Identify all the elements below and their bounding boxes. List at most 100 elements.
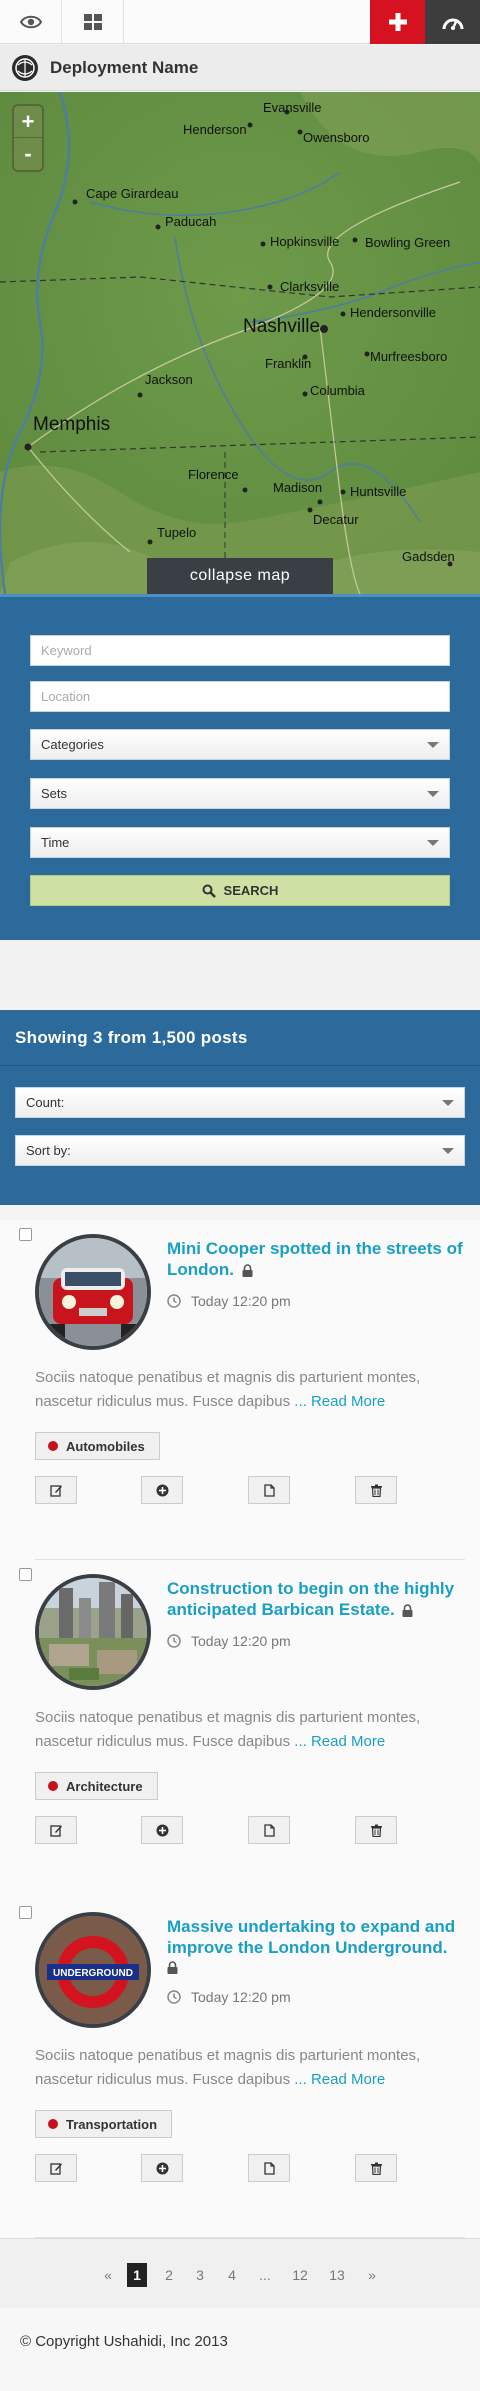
city-hopkinsville: Hopkinsville (270, 234, 339, 249)
map-terrain: Evansville Henderson Owensboro Cape Gira… (0, 92, 480, 594)
pagination-page-12[interactable]: 12 (290, 2263, 310, 2287)
zoom-in-button[interactable]: + (14, 106, 42, 138)
city-jackson: Jackson (145, 372, 193, 387)
plus-icon (388, 13, 407, 31)
post-excerpt: Sociis natoque penatibus et magnis dis p… (35, 1706, 465, 1754)
pagination-page-13[interactable]: 13 (327, 2263, 347, 2287)
london-underground-image: UNDERGROUND (39, 1916, 147, 2024)
map-view[interactable]: Evansville Henderson Owensboro Cape Gira… (0, 92, 480, 594)
search-icon (202, 884, 216, 898)
pagination: « 1 2 3 4 ... 12 13 » (0, 2238, 480, 2308)
add-to-set-button[interactable] (141, 2154, 183, 2182)
dashboard-button[interactable] (425, 0, 480, 44)
add-post-button[interactable] (370, 0, 425, 44)
sort-label: Sort by: (26, 1143, 71, 1158)
post-thumbnail[interactable] (35, 1234, 151, 1350)
edit-icon (49, 1484, 62, 1497)
post-timestamp: Today 12:20 pm (167, 1633, 291, 1649)
city-henderson: Henderson (183, 122, 247, 137)
sets-label: Sets (41, 786, 68, 801)
post-title[interactable]: Mini Cooper spotted in the streets of Lo… (167, 1238, 467, 1280)
post-title-text[interactable]: Mini Cooper spotted in the streets of Lo… (167, 1239, 463, 1279)
post-checkbox[interactable] (19, 1228, 32, 1241)
chevron-down-icon (427, 790, 439, 797)
view-document-button[interactable] (248, 2154, 290, 2182)
count-select[interactable]: Count: (15, 1087, 465, 1118)
add-to-set-button[interactable] (141, 1476, 183, 1504)
category-tag[interactable]: Architecture (35, 1772, 158, 1800)
view-button[interactable] (0, 0, 62, 44)
clock-icon (167, 1634, 181, 1648)
sort-select[interactable]: Sort by: (15, 1135, 465, 1166)
pagination-next[interactable]: » (362, 2263, 382, 2287)
lock-icon (402, 1604, 413, 1618)
filter-panel: Keyword Location Categories Sets Time SE… (0, 594, 480, 940)
post-title[interactable]: Construction to begin on the highly anti… (167, 1578, 467, 1620)
zoom-out-button[interactable]: - (14, 138, 42, 170)
delete-button[interactable] (355, 2154, 397, 2182)
city-florence: Florence (188, 467, 239, 482)
keyword-input[interactable]: Keyword (30, 635, 450, 666)
post-title-text[interactable]: Massive undertaking to expand and improv… (167, 1917, 455, 1957)
edit-icon (49, 2162, 62, 2175)
pagination-page-1[interactable]: 1 (127, 2263, 147, 2287)
read-more-link[interactable]: ... Read More (294, 1393, 385, 1410)
edit-button[interactable] (35, 2154, 77, 2182)
view-document-button[interactable] (248, 1816, 290, 1844)
dashboard-icon (442, 18, 463, 30)
post-excerpt: Sociis natoque penatibus et magnis dis p… (35, 2044, 465, 2092)
grid-icon (83, 14, 102, 30)
post-thumbnail[interactable]: UNDERGROUND (35, 1912, 151, 2028)
post-title[interactable]: Massive undertaking to expand and improv… (167, 1916, 467, 1974)
read-more-link[interactable]: ... Read More (294, 1733, 385, 1750)
city-clarksville: Clarksville (280, 279, 339, 294)
pagination-page-3[interactable]: 3 (190, 2263, 210, 2287)
categories-label: Categories (41, 737, 104, 752)
sets-select[interactable]: Sets (30, 778, 450, 809)
edit-button[interactable] (35, 1816, 77, 1844)
city-memphis: Memphis (33, 414, 110, 435)
edit-button[interactable] (35, 1476, 77, 1504)
read-more-link[interactable]: ... Read More (294, 2071, 385, 2088)
post-checkbox[interactable] (19, 1906, 32, 1919)
search-label: SEARCH (223, 883, 279, 898)
ushahidi-logo-icon[interactable] (10, 53, 40, 83)
category-label: Automobiles (66, 1438, 145, 1454)
pagination-prev[interactable]: « (98, 2263, 118, 2287)
delete-button[interactable] (355, 1476, 397, 1504)
post-timestamp: Today 12:20 pm (167, 1989, 291, 2005)
edit-icon (49, 1824, 62, 1837)
time-select[interactable]: Time (30, 827, 450, 858)
search-button[interactable]: SEARCH (30, 875, 450, 906)
count-label: Count: (26, 1095, 65, 1110)
location-input[interactable]: Location (30, 681, 450, 712)
city-gadsden: Gadsden (402, 549, 455, 564)
post-checkbox[interactable] (19, 1568, 32, 1581)
category-dot-icon (48, 1781, 58, 1791)
delete-button[interactable] (355, 1816, 397, 1844)
pagination-page-2[interactable]: 2 (159, 2263, 179, 2287)
roundel-label: UNDERGROUND (53, 1968, 133, 1979)
deployment-header: Deployment Name (0, 45, 480, 91)
city-decatur: Decatur (313, 512, 359, 527)
chevron-down-icon (427, 839, 439, 846)
category-tag[interactable]: Automobiles (35, 1432, 160, 1460)
category-dot-icon (48, 1441, 58, 1451)
clock-icon (167, 1990, 181, 2004)
city-huntsville: Huntsville (350, 484, 406, 499)
footer: © Copyright Ushahidi, Inc 2013 (0, 2308, 480, 2391)
grid-view-button[interactable] (62, 0, 124, 44)
post-thumbnail[interactable] (35, 1574, 151, 1690)
collapse-map-button[interactable]: collapse map (147, 558, 333, 594)
category-tag[interactable]: Transportation (35, 2110, 173, 2138)
categories-select[interactable]: Categories (30, 729, 450, 760)
city-murfreesboro: Murfreesboro (370, 349, 447, 364)
city-cape-girardeau: Cape Girardeau (86, 186, 179, 201)
add-to-set-button[interactable] (141, 1816, 183, 1844)
view-document-button[interactable] (248, 1476, 290, 1504)
deployment-name[interactable]: Deployment Name (50, 58, 198, 78)
top-toolbar (0, 0, 480, 44)
pagination-page-4[interactable]: 4 (222, 2263, 242, 2287)
pagination-ellipsis: ... (259, 2267, 271, 2283)
trash-icon (370, 2162, 382, 2175)
